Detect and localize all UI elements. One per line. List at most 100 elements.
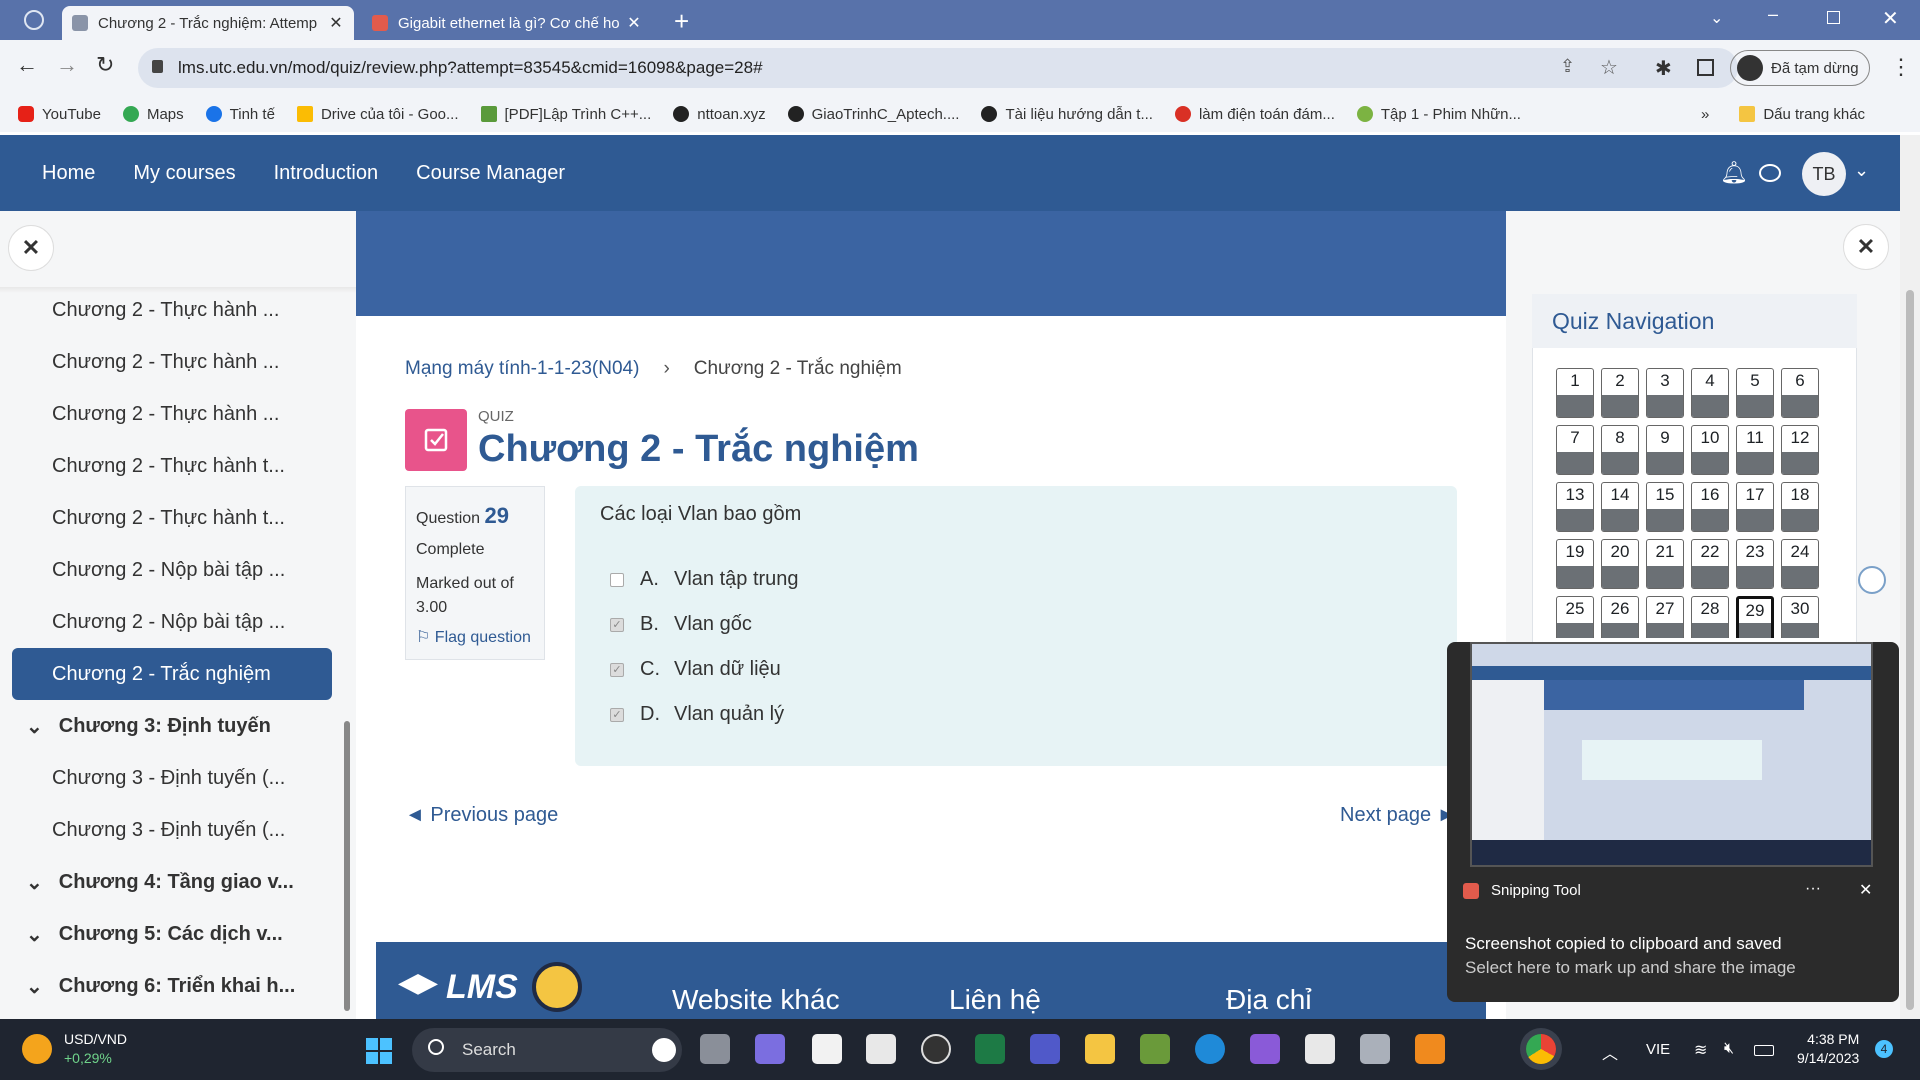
- course-item[interactable]: Chương 2 - Thực hành t...: [52, 492, 285, 544]
- file-explorer-icon[interactable]: [1085, 1034, 1115, 1064]
- back-icon[interactable]: ←: [16, 52, 38, 78]
- section-chapter-3[interactable]: ⌄ Chương 3: Định tuyến: [26, 700, 271, 752]
- new-tab-icon[interactable]: +: [674, 6, 689, 37]
- taskbar-search[interactable]: Search: [412, 1028, 682, 1072]
- close-window-icon[interactable]: ✕: [1882, 6, 1899, 31]
- weather-widget[interactable]: USD/VND +0,29%: [22, 1030, 127, 1068]
- next-page-link[interactable]: Next page ►: [1340, 804, 1457, 827]
- answer-option[interactable]: ✓ D. Vlan quản lý: [610, 703, 784, 726]
- answer-option[interactable]: A. Vlan tập trung: [610, 568, 799, 591]
- section-chapter-6[interactable]: ⌄ Chương 6: Triển khai h...: [26, 960, 295, 1012]
- tray-chevron-icon[interactable]: ︿: [1602, 1040, 1618, 1064]
- store-icon[interactable]: [866, 1034, 896, 1064]
- answer-checkbox[interactable]: [610, 572, 624, 587]
- quiz-nav-button[interactable]: 4: [1691, 368, 1729, 418]
- bookmark-giaotrinh[interactable]: GiaoTrinhC_Aptech....: [787, 106, 959, 123]
- course-item[interactable]: Chương 2 - Nộp bài tập ...: [52, 596, 285, 648]
- close-tab-icon[interactable]: ✕: [328, 13, 344, 33]
- bookmark-tinhte[interactable]: Tinh tế: [205, 106, 275, 123]
- share-icon[interactable]: ⇪: [1560, 56, 1575, 77]
- course-item[interactable]: Chương 3 - Định tuyến (...: [52, 752, 285, 804]
- bookmark-youtube[interactable]: YouTube: [18, 106, 101, 123]
- quiz-nav-button[interactable]: 26: [1601, 596, 1639, 638]
- bookmark-nttoan[interactable]: nttoan.xyz: [673, 106, 766, 123]
- assistant-icon[interactable]: [1858, 566, 1886, 594]
- edge-icon[interactable]: [1195, 1034, 1225, 1064]
- quiz-nav-button[interactable]: 8: [1601, 425, 1639, 475]
- nav-introduction[interactable]: Introduction: [274, 162, 379, 185]
- dell-icon[interactable]: [921, 1034, 951, 1064]
- quiz-nav-button[interactable]: 2: [1601, 368, 1639, 418]
- chat-icon[interactable]: [1759, 164, 1781, 182]
- quiz-nav-button[interactable]: 5: [1736, 368, 1774, 418]
- section-chapter-5[interactable]: ⌄ Chương 5: Các dịch v...: [26, 908, 283, 960]
- flag-question-link[interactable]: ⚐ Flag question: [416, 626, 534, 650]
- previous-page-link[interactable]: ◄ Previous page: [405, 804, 558, 827]
- quiz-nav-button[interactable]: 25: [1556, 596, 1594, 638]
- quiz-nav-button[interactable]: 19: [1556, 539, 1594, 589]
- bookmark-gmail[interactable]: làm điện toán đám...: [1174, 106, 1335, 123]
- quiz-nav-button[interactable]: 16: [1691, 482, 1729, 532]
- quiz-nav-button[interactable]: 30: [1781, 596, 1819, 638]
- quiz-nav-button[interactable]: 9: [1646, 425, 1684, 475]
- bookmark-maps[interactable]: Maps: [122, 106, 184, 123]
- tab-gigabit[interactable]: Gigabit ethernet là gì? Cơ chế ho ✕: [362, 6, 652, 40]
- section-chapter-4[interactable]: ⌄ Chương 4: Tầng giao v...: [26, 856, 294, 908]
- bookmark-tailieu[interactable]: Tài liệu hướng dẫn t...: [981, 106, 1153, 123]
- quiz-nav-button[interactable]: 23: [1736, 539, 1774, 589]
- answer-checkbox-checked[interactable]: ✓: [610, 707, 624, 722]
- quiz-nav-button[interactable]: 6: [1781, 368, 1819, 418]
- drawer-scrollbar[interactable]: [344, 721, 350, 1011]
- language-indicator[interactable]: VIE: [1646, 1041, 1670, 1058]
- course-item[interactable]: Chương 2 - Thực hành ...: [52, 388, 279, 440]
- profile-button[interactable]: Đã tạm dừng: [1730, 50, 1870, 86]
- close-drawer-button[interactable]: ✕: [8, 225, 54, 271]
- course-item[interactable]: Chương 2 - Thực hành t...: [52, 440, 285, 492]
- quiz-nav-button[interactable]: 29: [1736, 596, 1774, 638]
- start-icon[interactable]: [366, 1038, 392, 1064]
- quiz-nav-button[interactable]: 18: [1781, 482, 1819, 532]
- quiz-nav-button[interactable]: 15: [1646, 482, 1684, 532]
- answer-checkbox-checked[interactable]: ✓: [610, 617, 624, 632]
- quiz-nav-button[interactable]: 13: [1556, 482, 1594, 532]
- course-item[interactable]: Chương 2 - Thực hành ...: [52, 336, 279, 388]
- extensions-icon[interactable]: ✱: [1655, 56, 1672, 81]
- volume-muted-icon[interactable]: 🔇︎: [1724, 1040, 1734, 1058]
- teams-icon[interactable]: [1030, 1034, 1060, 1064]
- quiz-nav-button[interactable]: 28: [1691, 596, 1729, 638]
- screenshot-thumbnail[interactable]: [1470, 642, 1873, 867]
- user-avatar[interactable]: TB: [1802, 152, 1846, 196]
- chevron-down-icon[interactable]: ⌄: [1854, 160, 1869, 181]
- quiz-nav-button[interactable]: 21: [1646, 539, 1684, 589]
- answer-checkbox-checked[interactable]: ✓: [610, 662, 624, 677]
- bookmark-drive[interactable]: Drive của tôi - Goo...: [296, 106, 459, 123]
- course-item-active[interactable]: Chương 2 - Trắc nghiệm: [12, 648, 332, 700]
- bookmarks-more[interactable]: »: [1701, 106, 1709, 123]
- teams-chat-icon[interactable]: [755, 1034, 785, 1064]
- close-block-drawer-button[interactable]: ✕: [1843, 224, 1889, 270]
- close-tab-icon[interactable]: ✕: [626, 13, 642, 33]
- quiz-nav-button[interactable]: 20: [1601, 539, 1639, 589]
- battery-icon[interactable]: [1754, 1045, 1774, 1056]
- notepad-icon[interactable]: [812, 1034, 842, 1064]
- notification-badge[interactable]: 4: [1875, 1040, 1893, 1058]
- sublime-icon[interactable]: [1415, 1034, 1445, 1064]
- excel-icon[interactable]: [975, 1034, 1005, 1064]
- browser-menu-icon[interactable]: [24, 10, 44, 30]
- bookmark-phim[interactable]: Tập 1 - Phim Nhữn...: [1356, 106, 1521, 123]
- quiz-nav-button[interactable]: 1: [1556, 368, 1594, 418]
- chrome-icon[interactable]: [1526, 1034, 1556, 1064]
- clock[interactable]: 4:38 PM 9/14/2023: [1797, 1030, 1859, 1068]
- breadcrumb-quiz[interactable]: Chương 2 - Trắc nghiệm: [694, 358, 902, 380]
- quiz-nav-button[interactable]: 12: [1781, 425, 1819, 475]
- task-view-icon[interactable]: [700, 1034, 730, 1064]
- quiz-nav-button[interactable]: 17: [1736, 482, 1774, 532]
- quiz-nav-button[interactable]: 11: [1736, 425, 1774, 475]
- course-item[interactable]: Chương 2 - Nộp bài tập ...: [52, 544, 285, 596]
- tab-quiz[interactable]: Chương 2 - Trắc nghiệm: Attemp ✕: [62, 6, 354, 40]
- kebab-menu-icon[interactable]: ⋮: [1890, 54, 1912, 80]
- quiz-nav-button[interactable]: 10: [1691, 425, 1729, 475]
- tab-search-icon[interactable]: ⌄: [1710, 8, 1723, 28]
- course-item[interactable]: Chương 2 - Thực hành ...: [52, 284, 279, 336]
- restore-icon[interactable]: [1827, 11, 1840, 24]
